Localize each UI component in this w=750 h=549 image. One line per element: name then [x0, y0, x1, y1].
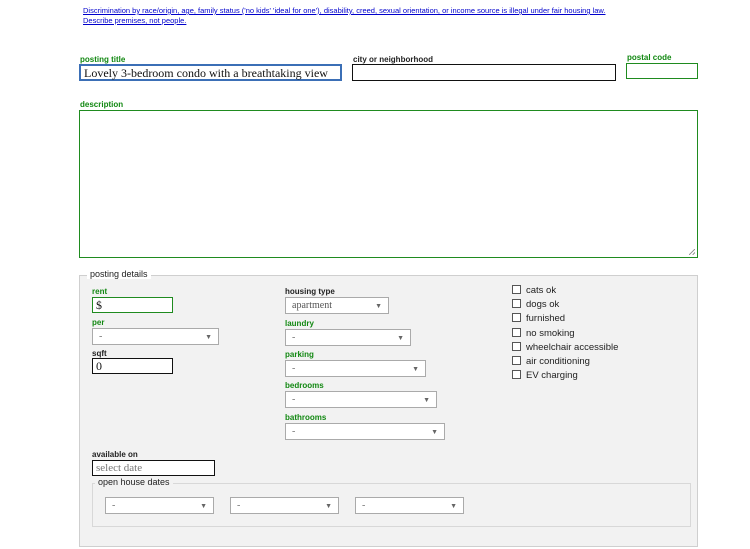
chevron-down-icon: ▼ — [205, 333, 212, 341]
laundry-label: laundry — [285, 319, 314, 328]
chevron-down-icon: ▼ — [375, 302, 382, 310]
postal-code-input[interactable] — [626, 63, 698, 79]
checkbox-icon[interactable] — [512, 285, 521, 294]
open-house-date-2-value: - — [237, 500, 241, 511]
housing-type-select[interactable]: apartment ▼ — [285, 297, 389, 314]
posting-title-label: posting title — [80, 55, 126, 64]
description-textarea[interactable] — [79, 110, 698, 258]
chevron-down-icon: ▼ — [431, 428, 438, 436]
description-label: description — [80, 100, 124, 109]
parking-select-value: - — [292, 363, 296, 374]
per-select-value: - — [99, 331, 103, 342]
checkbox-label: cats ok — [526, 285, 557, 296]
checkbox-row[interactable]: wheelchair accessible — [512, 341, 619, 354]
checkbox-icon[interactable] — [512, 313, 521, 323]
city-input[interactable] — [352, 64, 616, 81]
resize-handle-icon[interactable] — [689, 249, 695, 255]
checkbox-row[interactable]: EV charging — [512, 370, 578, 382]
checkbox-icon[interactable] — [512, 356, 521, 365]
open-house-date-select-3[interactable]: - ▼ — [355, 497, 464, 514]
bedrooms-select-value: - — [292, 394, 296, 405]
describe-premises-link[interactable]: Describe premises, not people. — [83, 16, 186, 26]
chevron-down-icon: ▼ — [397, 334, 404, 342]
open-house-date-1-value: - — [112, 500, 116, 511]
checkbox-row[interactable]: dogs ok — [512, 299, 559, 311]
rent-label: rent — [92, 287, 108, 296]
chevron-down-icon: ▼ — [200, 502, 207, 510]
city-label: city or neighborhood — [353, 55, 433, 64]
checkbox-label: wheelchair accessible — [526, 341, 619, 353]
open-house-date-select-1[interactable]: - ▼ — [105, 497, 214, 514]
checkbox-icon[interactable] — [512, 370, 521, 380]
sqft-input[interactable]: 0 — [92, 358, 173, 374]
available-on-label: available on — [92, 450, 138, 459]
chevron-down-icon: ▼ — [450, 502, 457, 510]
open-house-date-3-value: - — [362, 500, 366, 511]
bedrooms-select[interactable]: - ▼ — [285, 391, 437, 408]
checkbox-row[interactable]: furnished — [512, 313, 565, 325]
bedrooms-label: bedrooms — [285, 381, 324, 390]
checkbox-label: EV charging — [526, 370, 578, 382]
per-label: per — [92, 318, 105, 327]
laundry-select[interactable]: - ▼ — [285, 329, 411, 346]
laundry-select-value: - — [292, 332, 296, 343]
checkbox-label: no smoking — [526, 327, 575, 339]
fair-housing-notice-link[interactable]: Discrimination by race/origin, age, fami… — [83, 6, 723, 16]
checkbox-row[interactable]: air conditioning — [512, 356, 590, 368]
chevron-down-icon: ▼ — [325, 502, 332, 510]
sqft-label: sqft — [92, 349, 107, 358]
bathrooms-label: bathrooms — [285, 413, 327, 422]
checkbox-row[interactable]: no smoking — [512, 327, 575, 340]
bathrooms-select-value: - — [292, 426, 296, 437]
parking-select[interactable]: - ▼ — [285, 360, 426, 377]
checkbox-label: air conditioning — [526, 356, 590, 367]
chevron-down-icon: ▼ — [423, 396, 430, 404]
checkbox-row[interactable]: cats ok — [512, 285, 556, 297]
housing-type-value: apartment — [292, 300, 332, 311]
posting-details-legend: posting details — [87, 269, 151, 279]
checkbox-icon[interactable] — [512, 341, 521, 351]
rent-input[interactable]: $ — [92, 297, 173, 313]
bathrooms-select[interactable]: - ▼ — [285, 423, 445, 440]
checkbox-label: furnished — [526, 313, 566, 325]
per-select[interactable]: - ▼ — [92, 328, 219, 345]
housing-type-label: housing type — [285, 287, 335, 296]
available-on-date-input[interactable] — [92, 460, 215, 476]
parking-label: parking — [285, 350, 314, 359]
postal-code-label: postal code — [627, 53, 672, 62]
chevron-down-icon: ▼ — [412, 365, 419, 373]
open-house-date-select-2[interactable]: - ▼ — [230, 497, 339, 514]
checkbox-label: dogs ok — [526, 299, 560, 311]
checkbox-icon[interactable] — [512, 299, 521, 309]
posting-title-input[interactable]: Lovely 3-bedroom condo with a breathtaki… — [79, 64, 342, 81]
open-house-legend: open house dates — [95, 477, 173, 487]
checkbox-icon[interactable] — [512, 327, 521, 337]
